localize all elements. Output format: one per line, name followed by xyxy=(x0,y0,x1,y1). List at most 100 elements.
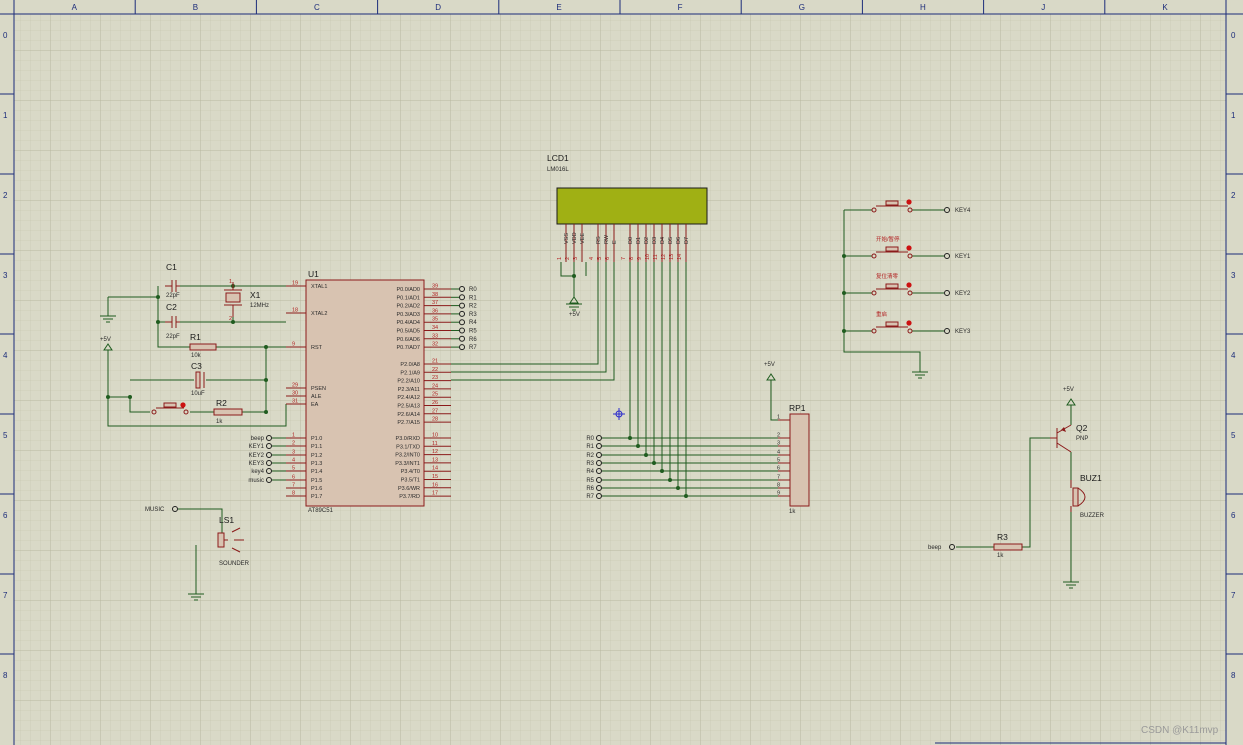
lcd-pin-number: 2 xyxy=(565,257,571,260)
u1-pin-number: 24 xyxy=(432,383,438,389)
net-label: music xyxy=(248,478,264,484)
buz1-ref: BUZ1 xyxy=(1080,473,1102,483)
q2-part: PNP xyxy=(1076,436,1088,442)
lcd-pin-name: VDD xyxy=(572,232,578,244)
u1-pin-name: P3.7/RD xyxy=(399,494,420,500)
column-label: D xyxy=(435,3,441,12)
svg-text:beep: beep xyxy=(928,545,942,551)
buz1-part: BUZZER xyxy=(1080,513,1105,519)
u1-pin-name: P0.5/AD5 xyxy=(396,329,420,335)
u1-pin-number: 35 xyxy=(432,317,438,323)
u1-pin-name: P1.2 xyxy=(311,453,322,459)
lcd-pin-name: D2 xyxy=(644,237,650,244)
u1-pin-name: P2.7/A15 xyxy=(397,420,420,426)
row-label: 3 xyxy=(1231,271,1236,280)
net-label: R7 xyxy=(469,345,477,351)
lcd1-part: LM016L xyxy=(547,167,569,173)
u1-pin-number: 4 xyxy=(292,458,295,464)
u1-pin-name: P3.1/TXD xyxy=(396,444,420,450)
lcd-pin-number: 6 xyxy=(605,257,611,260)
column-label: E xyxy=(556,3,561,12)
c1-ref: C1 xyxy=(166,262,177,272)
row-label: 4 xyxy=(3,351,8,360)
x1-ref: X1 xyxy=(250,290,261,300)
net-label: R1 xyxy=(469,295,477,301)
net-label: R7 xyxy=(586,494,594,500)
net-label: R2 xyxy=(469,304,477,310)
row-label: 7 xyxy=(1231,591,1236,600)
row-label: 0 xyxy=(1231,31,1236,40)
row-label: 3 xyxy=(3,271,8,280)
lcd-pin-number: 3 xyxy=(573,257,579,260)
lcd-pin-name: D7 xyxy=(684,237,690,244)
c2-value: 22pF xyxy=(166,334,180,340)
u1-pin-number: 17 xyxy=(432,491,438,497)
key-net-label: KEY4 xyxy=(955,208,971,214)
column-label: G xyxy=(799,3,805,12)
u1-pin-number: 33 xyxy=(432,333,438,339)
lcd-pin-name: VEE xyxy=(580,233,586,244)
net-label: R1 xyxy=(586,444,594,450)
u1-pin-name: P0.4/AD4 xyxy=(396,320,420,326)
u1-pin-number: 13 xyxy=(432,457,438,463)
row-label: 8 xyxy=(1231,671,1236,680)
u1-pin-name: P0.3/AD3 xyxy=(396,312,420,318)
u1-pin-number: 32 xyxy=(432,342,438,348)
c3-value: 10uF xyxy=(191,391,205,397)
lcd-pin-number: 14 xyxy=(677,254,683,260)
u1-pin-name: P3.2/INT0 xyxy=(395,453,420,459)
key-net-label: KEY1 xyxy=(955,254,971,260)
u1-pin-number: 6 xyxy=(292,475,295,481)
u1-pin-name: P2.5/A13 xyxy=(397,404,420,410)
lcd-pin-name: D3 xyxy=(652,237,658,244)
net-label: R3 xyxy=(469,312,477,318)
rp1-pin-number: 6 xyxy=(777,466,780,472)
u1-pin-number: 31 xyxy=(292,399,298,405)
lcd-pin-name: D4 xyxy=(660,237,666,244)
row-label: 7 xyxy=(3,591,8,600)
row-label: 1 xyxy=(3,111,8,120)
key-caption: 重启 xyxy=(876,310,887,318)
lcd-pin-number: 4 xyxy=(589,257,595,260)
c3-ref: C3 xyxy=(191,361,202,371)
row-label: 6 xyxy=(3,511,8,520)
u1-pin-number: 5 xyxy=(292,466,295,472)
u1-pin-name: P2.0/A8 xyxy=(400,362,420,368)
u1-pin-number: 26 xyxy=(432,400,438,406)
u1-pin-number: 23 xyxy=(432,375,438,381)
u1-pin-number: 19 xyxy=(292,281,298,287)
svg-text:+5V: +5V xyxy=(1063,387,1074,393)
rp1-pin-number: 8 xyxy=(777,483,780,489)
schematic-sheet: ABCDEFGHJK 0 01 12 23 34 45 56 67 78 8 U… xyxy=(0,0,1243,745)
row-label: 8 xyxy=(3,671,8,680)
lcd-pin-name: D5 xyxy=(668,237,674,244)
lcd-pin-number: 12 xyxy=(661,254,667,260)
u1-pin-name: P1.4 xyxy=(311,469,322,475)
net-label: R4 xyxy=(469,320,477,326)
rp1-pin-number: 5 xyxy=(777,458,780,464)
net-label: KEY1 xyxy=(249,444,265,450)
u1-pin-number: 11 xyxy=(432,441,438,447)
column-label: F xyxy=(678,3,683,12)
key-caption: 开始/暂停 xyxy=(876,235,900,243)
u1-pin-name: XTAL2 xyxy=(311,311,327,317)
lcd-pin-name: VSS xyxy=(564,233,570,244)
u1-pin-number: 36 xyxy=(432,308,438,314)
rp1-ref: RP1 xyxy=(789,403,806,413)
watermark: CSDN @K11mvp xyxy=(1141,725,1219,736)
u1-pin-name: P1.7 xyxy=(311,494,322,500)
row-label: 2 xyxy=(1231,191,1236,200)
key-caption: 复位清零 xyxy=(876,272,899,280)
rp1-pin-number: 9 xyxy=(777,491,780,497)
u1-pin-name: P2.2/A10 xyxy=(397,379,420,385)
r1-ref: R1 xyxy=(190,332,201,342)
u1-pin-number: 15 xyxy=(432,474,438,480)
q2-ref: Q2 xyxy=(1076,423,1088,433)
net-label: R5 xyxy=(586,478,594,484)
key-net-label: KEY2 xyxy=(955,291,971,297)
u1-pin-number: 29 xyxy=(292,383,298,389)
lcd-pin-number: 8 xyxy=(629,257,635,260)
net-label: KEY2 xyxy=(249,453,265,459)
u1-pin-name: P0.1/AD1 xyxy=(396,295,420,301)
u1-pin-name: P3.4/T0 xyxy=(401,469,420,475)
